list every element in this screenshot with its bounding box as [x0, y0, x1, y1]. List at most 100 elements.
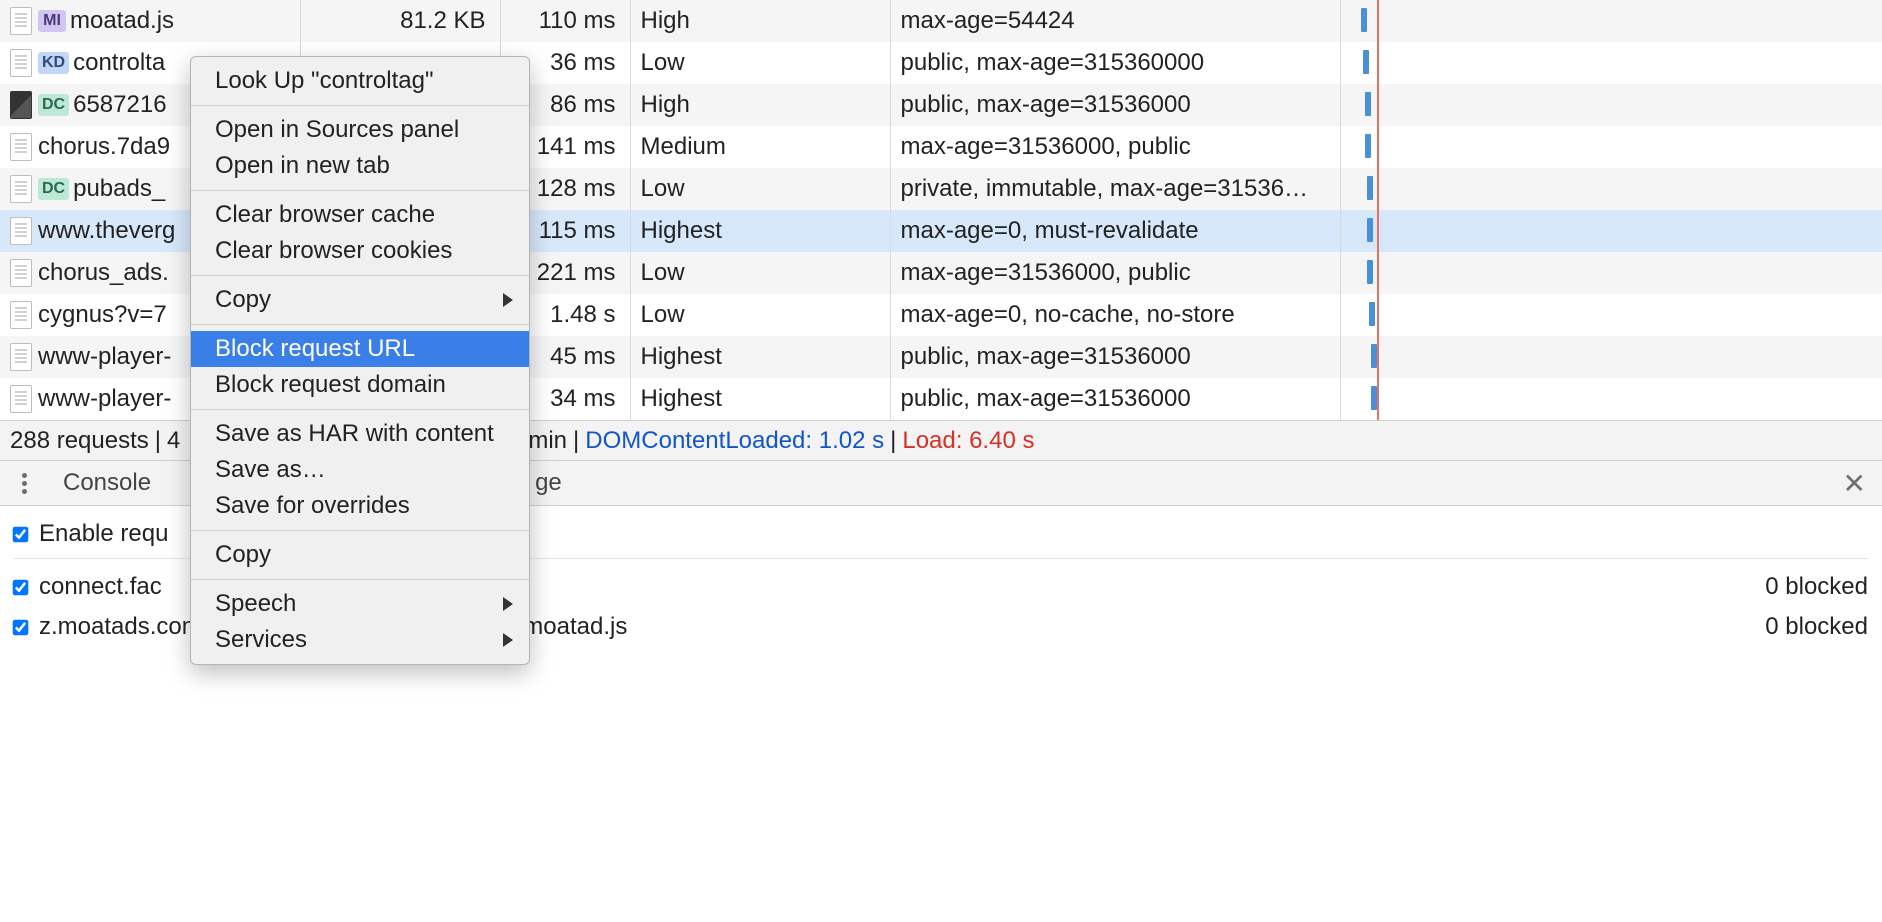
cell-priority: Highest	[630, 210, 890, 252]
waterfall-load-line	[1377, 336, 1379, 378]
cell-priority: High	[630, 84, 890, 126]
menu-speech-label: Speech	[215, 590, 296, 617]
blocked-pattern-checkbox[interactable]	[13, 619, 29, 635]
waterfall-load-line	[1377, 168, 1379, 210]
context-menu[interactable]: Look Up "controltag" Open in Sources pan…	[190, 56, 530, 665]
menu-open-tab[interactable]: Open in new tab	[191, 148, 529, 184]
tab-console[interactable]: Console	[41, 461, 173, 505]
request-name: www.theverg	[38, 217, 175, 244]
waterfall-load-line	[1377, 210, 1379, 252]
menu-copy-2[interactable]: Copy	[191, 537, 529, 573]
request-name: pubads_	[73, 175, 165, 202]
cell-name[interactable]: MImoatad.js	[0, 0, 300, 42]
cell-priority: Medium	[630, 126, 890, 168]
waterfall-load-line	[1377, 0, 1379, 42]
waterfall-bar	[1361, 8, 1367, 32]
file-icon	[10, 301, 32, 329]
cell-waterfall	[1340, 168, 1882, 210]
cell-cache: max-age=0, no-cache, no-store	[890, 294, 1340, 336]
chevron-right-icon	[503, 293, 513, 307]
waterfall-bar	[1365, 92, 1371, 116]
cell-waterfall	[1340, 126, 1882, 168]
cell-priority: Low	[630, 42, 890, 84]
waterfall-load-line	[1377, 126, 1379, 168]
initiator-badge: DC	[38, 94, 69, 116]
request-name: chorus.7da9	[38, 133, 170, 160]
menu-open-sources[interactable]: Open in Sources panel	[191, 112, 529, 148]
menu-save-overrides[interactable]: Save for overrides	[191, 488, 529, 524]
cell-cache: public, max-age=31536000	[890, 84, 1340, 126]
menu-save-har[interactable]: Save as HAR with content	[191, 416, 529, 452]
cell-waterfall	[1340, 42, 1882, 84]
cell-waterfall	[1340, 84, 1882, 126]
file-icon	[10, 343, 32, 371]
close-icon[interactable]: ✕	[1835, 467, 1874, 500]
request-name: moatad.js	[70, 7, 174, 34]
cell-cache: max-age=54424	[890, 0, 1340, 42]
menu-copy-label: Copy	[215, 286, 271, 313]
waterfall-bar	[1369, 302, 1375, 326]
cell-waterfall	[1340, 294, 1882, 336]
file-icon	[10, 7, 32, 35]
menu-copy[interactable]: Copy	[191, 282, 529, 318]
menu-speech[interactable]: Speech	[191, 586, 529, 622]
waterfall-load-line	[1377, 294, 1379, 336]
request-name: www-player-	[38, 343, 171, 370]
file-icon	[10, 49, 32, 77]
waterfall-bar	[1367, 176, 1373, 200]
separator: |	[890, 427, 896, 455]
request-name: controlta	[73, 49, 165, 76]
file-icon	[10, 259, 32, 287]
file-icon	[10, 133, 32, 161]
file-icon	[10, 385, 32, 413]
cell-cache: private, immutable, max-age=31536…	[890, 168, 1340, 210]
waterfall-bar	[1371, 344, 1377, 368]
blocked-count: 0 blocked	[1765, 573, 1868, 601]
blocked-pattern-url: connect.fac	[39, 573, 162, 601]
menu-block-domain[interactable]: Block request domain	[191, 367, 529, 403]
menu-divider	[191, 105, 529, 106]
cell-waterfall	[1340, 336, 1882, 378]
cell-priority: Low	[630, 168, 890, 210]
menu-lookup[interactable]: Look Up "controltag"	[191, 63, 529, 99]
cell-waterfall	[1340, 0, 1882, 42]
chevron-right-icon	[503, 597, 513, 611]
network-row[interactable]: MImoatad.js81.2 KB110 msHighmax-age=5442…	[0, 0, 1882, 42]
waterfall-load-line	[1377, 84, 1379, 126]
cell-cache: max-age=31536000, public	[890, 252, 1340, 294]
menu-clear-cookies[interactable]: Clear browser cookies	[191, 233, 529, 269]
menu-block-url[interactable]: Block request URL	[191, 331, 529, 367]
waterfall-bar	[1367, 218, 1373, 242]
blocked-pattern-checkbox[interactable]	[13, 579, 29, 595]
min-suffix: min	[528, 427, 567, 455]
cell-cache: max-age=31536000, public	[890, 126, 1340, 168]
menu-divider	[191, 409, 529, 410]
menu-save-as[interactable]: Save as…	[191, 452, 529, 488]
initiator-badge: KD	[38, 52, 69, 74]
waterfall-bar	[1363, 50, 1369, 74]
cell-cache: max-age=0, must-revalidate	[890, 210, 1340, 252]
menu-services-label: Services	[215, 626, 307, 653]
drawer-menu-icon[interactable]	[8, 473, 41, 494]
waterfall-load-line	[1377, 42, 1379, 84]
menu-services[interactable]: Services	[191, 622, 529, 658]
enable-blocking-checkbox[interactable]	[13, 526, 29, 542]
file-icon	[10, 175, 32, 203]
waterfall-bar	[1365, 134, 1371, 158]
cell-cache: public, max-age=315360000	[890, 42, 1340, 84]
initiator-badge: MI	[38, 10, 66, 32]
menu-clear-cache[interactable]: Clear browser cache	[191, 197, 529, 233]
load-label: Load: 6.40 s	[902, 427, 1034, 455]
cell-waterfall	[1340, 210, 1882, 252]
cell-cache: public, max-age=31536000	[890, 378, 1340, 420]
cell-cache: public, max-age=31536000	[890, 336, 1340, 378]
dom-content-loaded-label: DOMContentLoaded: 1.02 s	[585, 427, 884, 455]
request-name: 6587216	[73, 91, 166, 118]
cell-priority: Highest	[630, 336, 890, 378]
menu-divider	[191, 530, 529, 531]
menu-divider	[191, 579, 529, 580]
file-icon	[10, 217, 32, 245]
initiator-badge: DC	[38, 178, 69, 200]
waterfall-load-line	[1377, 378, 1379, 420]
cell-priority: High	[630, 0, 890, 42]
